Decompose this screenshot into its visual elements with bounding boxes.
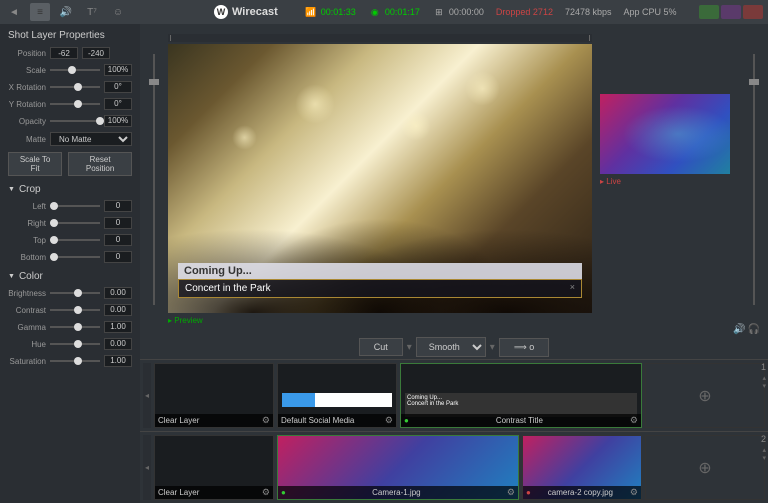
add-shot-button-2[interactable]: ⊕ (645, 435, 765, 500)
shot-camera-1[interactable]: ●Camera-1.jpg⚙ (277, 435, 519, 500)
contrast-slider[interactable] (50, 304, 100, 316)
color-section-toggle[interactable]: Color (8, 271, 132, 282)
cut-dropdown-icon[interactable]: ▾ (407, 342, 412, 353)
gear-icon[interactable]: ⚙ (262, 487, 270, 498)
isorecord-status[interactable]: ⊞00:00:00 (432, 5, 484, 19)
preview-ruler (168, 34, 592, 42)
add-shot-button-1[interactable]: ⊕ (645, 363, 765, 428)
row-number-2: 2 (761, 434, 766, 444)
cut-button[interactable]: Cut (359, 338, 403, 356)
preview-canvas[interactable]: Coming Up... Concert in the Park× (168, 44, 592, 313)
gear-icon[interactable]: ⚙ (385, 415, 393, 426)
preview-audio-slider[interactable] (148, 34, 160, 325)
crop-bottom-slider[interactable] (50, 251, 100, 263)
window-btn-red[interactable] (743, 5, 763, 19)
crop-top-slider[interactable] (50, 234, 100, 246)
back-button[interactable]: ◄ (4, 3, 24, 21)
transition-select[interactable]: Smooth (416, 337, 486, 357)
saturation-slider[interactable] (50, 355, 100, 367)
live-audio-slider[interactable] (748, 34, 760, 325)
window-btn-purple[interactable] (721, 5, 741, 19)
lower-third-overlay[interactable]: Coming Up... Concert in the Park× (178, 263, 582, 298)
window-btn-green[interactable] (699, 5, 719, 19)
gear-icon[interactable]: ⚙ (630, 415, 638, 426)
row-number-1: 1 (761, 362, 766, 372)
smooth-dropdown-icon[interactable]: ▾ (490, 342, 495, 353)
gear-icon[interactable]: ⚙ (630, 487, 638, 498)
position-y-input[interactable] (82, 47, 110, 59)
shot-camera-2[interactable]: ●camera-2 copy.jpg⚙ (522, 435, 642, 500)
gear-icon[interactable]: ⚙ (507, 487, 515, 498)
app-logo-icon: W (214, 5, 228, 19)
panel-title: Shot Layer Properties (8, 30, 132, 41)
hue-slider[interactable] (50, 338, 100, 350)
live-label: Live (600, 177, 740, 186)
audio-button[interactable]: 🔊 (56, 3, 76, 21)
scale-to-fit-button[interactable]: Scale To Fit (8, 152, 62, 176)
row-collapse-2[interactable]: ◂ (143, 435, 151, 500)
close-overlay-icon[interactable]: × (570, 282, 575, 292)
shot-contrast-title[interactable]: Coming Up...Concert in the Park ●Contras… (400, 363, 642, 428)
brightness-slider[interactable] (50, 287, 100, 299)
properties-panel: Shot Layer Properties Position Scale 100… (0, 24, 140, 503)
emoji-button[interactable]: ☺ (108, 3, 128, 21)
go-button[interactable]: ⟹ o (499, 338, 549, 357)
crop-right-slider[interactable] (50, 217, 100, 229)
row-collapse-1[interactable]: ◂ (143, 363, 151, 428)
gear-icon[interactable]: ⚙ (262, 415, 270, 426)
row-down-icon[interactable]: ▾ (762, 454, 766, 462)
reset-position-button[interactable]: Reset Position (68, 152, 132, 176)
shot-row-2: ◂ Clear Layer⚙ ●Camera-1.jpg⚙ ●camera-2 … (140, 431, 768, 503)
live-canvas[interactable] (600, 94, 730, 174)
stream-status[interactable]: 📶00:01:33 (304, 5, 356, 19)
row-up-icon[interactable]: ▴ (762, 374, 766, 382)
row-up-icon[interactable]: ▴ (762, 446, 766, 454)
headphones-icon[interactable]: 🎧 (748, 324, 760, 335)
gamma-slider[interactable] (50, 321, 100, 333)
app-title: W Wirecast (214, 5, 278, 19)
xrotation-slider[interactable] (50, 81, 100, 93)
shot-social-media[interactable]: Default Social Media⚙ (277, 363, 397, 428)
shot-row-1: ◂ Clear Layer⚙ Default Social Media⚙ Com… (140, 359, 768, 431)
shot-clear-layer-1[interactable]: Clear Layer⚙ (154, 363, 274, 428)
preview-label: Preview (168, 316, 592, 325)
record-status[interactable]: ◉00:01:17 (368, 5, 420, 19)
speaker-icon[interactable]: 🔊 (733, 324, 745, 335)
opacity-slider[interactable] (50, 115, 100, 127)
crop-section-toggle[interactable]: Crop (8, 184, 132, 195)
bitrate: 72478 kbps (565, 7, 612, 17)
shot-clear-layer-2[interactable]: Clear Layer⚙ (154, 435, 274, 500)
dropped-frames: Dropped 2712 (496, 7, 553, 17)
cpu-usage: App CPU 5% (624, 7, 677, 17)
text-button[interactable]: T⁷ (82, 3, 102, 21)
matte-select[interactable]: No Matte (50, 132, 132, 146)
position-x-input[interactable] (50, 47, 78, 59)
row-down-icon[interactable]: ▾ (762, 382, 766, 390)
yrotation-slider[interactable] (50, 98, 100, 110)
scale-slider[interactable] (50, 64, 100, 76)
crop-left-slider[interactable] (50, 200, 100, 212)
layers-button[interactable]: ≡ (30, 3, 50, 21)
